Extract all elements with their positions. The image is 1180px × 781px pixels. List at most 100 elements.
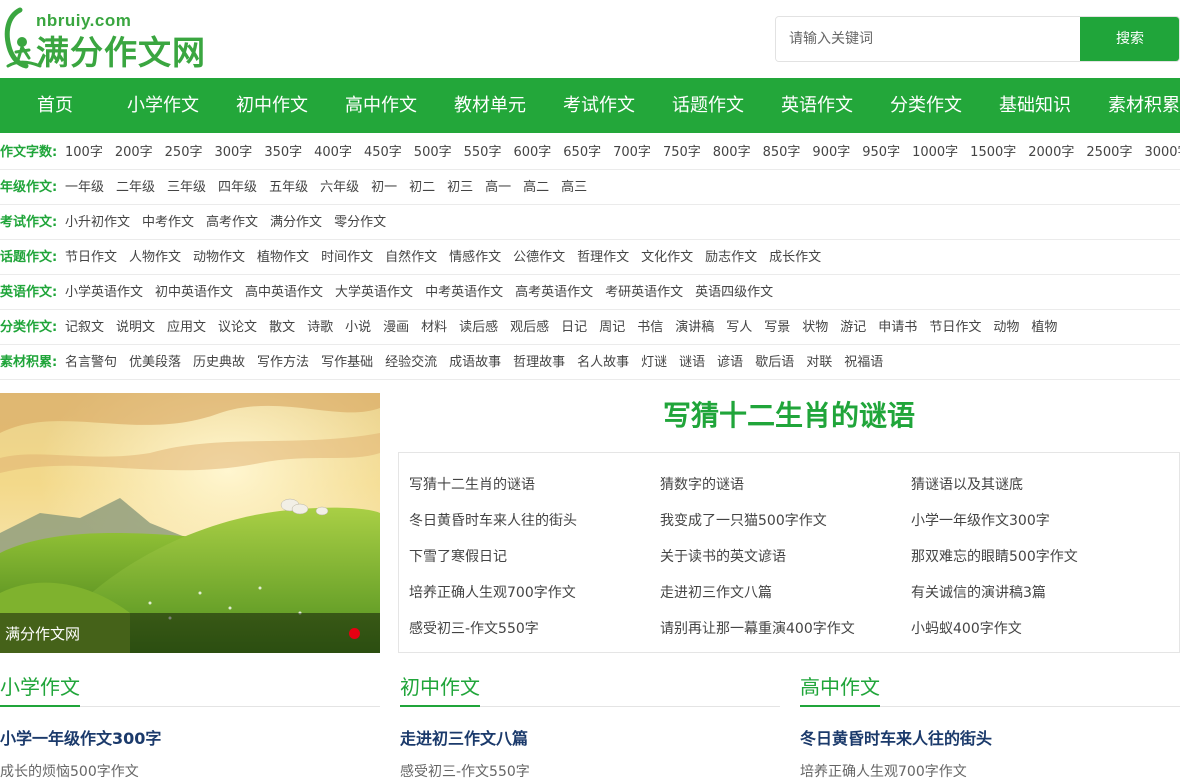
featured-link[interactable]: 培养正确人生观700字作文 (409, 582, 576, 602)
category-link[interactable]: 2000字 (1028, 145, 1074, 160)
slider-dot-indicator[interactable] (349, 628, 360, 639)
section-headline-link[interactable]: 走进初三作文八篇 (400, 725, 528, 749)
category-link[interactable]: 200字 (115, 145, 153, 160)
category-link[interactable]: 高考作文 (206, 215, 258, 230)
category-link[interactable]: 周记 (599, 320, 625, 335)
category-link[interactable]: 450字 (364, 145, 402, 160)
category-link[interactable]: 名人故事 (577, 355, 629, 370)
category-link[interactable]: 高考英语作文 (515, 285, 593, 300)
featured-link[interactable]: 冬日黄昏时车来人往的街头 (409, 510, 577, 530)
category-link[interactable]: 950字 (862, 145, 900, 160)
category-link[interactable]: 高一 (485, 180, 511, 195)
category-link[interactable]: 公德作文 (513, 250, 565, 265)
category-link[interactable]: 书信 (637, 320, 663, 335)
category-link[interactable]: 哲理作文 (577, 250, 629, 265)
category-link[interactable]: 600字 (513, 145, 551, 160)
category-link[interactable]: 写作基础 (321, 355, 373, 370)
category-link[interactable]: 小说 (345, 320, 371, 335)
category-link[interactable]: 应用文 (167, 320, 206, 335)
category-link[interactable]: 三年级 (167, 180, 206, 195)
category-link[interactable]: 时间作文 (321, 250, 373, 265)
category-link[interactable]: 祝福语 (844, 355, 883, 370)
category-link[interactable]: 植物作文 (257, 250, 309, 265)
category-link[interactable]: 观后感 (510, 320, 549, 335)
featured-link[interactable]: 写猜十二生肖的谜语 (409, 474, 535, 494)
category-link[interactable]: 初中英语作文 (155, 285, 233, 300)
category-link[interactable]: 3000字 (1144, 145, 1180, 160)
category-link[interactable]: 演讲稿 (675, 320, 714, 335)
category-link[interactable]: 节日作文 (65, 250, 117, 265)
nav-item-junior-essay[interactable]: 初中作文 (236, 78, 308, 133)
featured-title[interactable]: 写猜十二生肖的谜语 (398, 393, 1180, 439)
category-link[interactable]: 成语故事 (449, 355, 501, 370)
category-link[interactable]: 谜语 (679, 355, 705, 370)
featured-link[interactable]: 有关诚信的演讲稿3篇 (911, 582, 1046, 602)
nav-item-textbook-unit[interactable]: 教材单元 (454, 78, 526, 133)
category-link[interactable]: 节日作文 (929, 320, 981, 335)
category-link[interactable]: 1000字 (912, 145, 958, 160)
category-link[interactable]: 800字 (713, 145, 751, 160)
category-link[interactable]: 写作方法 (257, 355, 309, 370)
nav-item-exam-essay[interactable]: 考试作文 (563, 78, 635, 133)
featured-link[interactable]: 请别再让那一幕重演400字作文 (660, 618, 855, 638)
category-link[interactable]: 优美段落 (129, 355, 181, 370)
category-link[interactable]: 850字 (763, 145, 801, 160)
category-link[interactable]: 材料 (421, 320, 447, 335)
section-headline-link[interactable]: 小学一年级作文300字 (0, 725, 161, 749)
category-link[interactable]: 记叙文 (65, 320, 104, 335)
category-link[interactable]: 灯谜 (641, 355, 667, 370)
category-link[interactable]: 300字 (214, 145, 252, 160)
category-link[interactable]: 小升初作文 (65, 215, 130, 230)
category-link[interactable]: 动物 (993, 320, 1019, 335)
section-link[interactable]: 成长的烦恼500字作文 (0, 761, 139, 781)
category-link[interactable]: 满分作文 (270, 215, 322, 230)
category-link[interactable]: 名言警句 (65, 355, 117, 370)
category-link[interactable]: 情感作文 (449, 250, 501, 265)
category-link[interactable]: 考研英语作文 (605, 285, 683, 300)
category-link[interactable]: 高中英语作文 (245, 285, 323, 300)
section-title[interactable]: 初中作文 (400, 673, 480, 707)
featured-link[interactable]: 小学一年级作文300字 (911, 510, 1050, 530)
section-headline-link[interactable]: 冬日黄昏时车来人往的街头 (800, 725, 992, 749)
category-link[interactable]: 状物 (802, 320, 828, 335)
featured-link[interactable]: 那双难忘的眼睛500字作文 (911, 546, 1078, 566)
category-link[interactable]: 550字 (464, 145, 502, 160)
category-link[interactable]: 经验交流 (385, 355, 437, 370)
category-link[interactable]: 哲理故事 (513, 355, 565, 370)
category-link[interactable]: 写景 (764, 320, 790, 335)
category-link[interactable]: 人物作文 (129, 250, 181, 265)
category-link[interactable]: 500字 (414, 145, 452, 160)
category-link[interactable]: 英语四级作文 (695, 285, 773, 300)
category-link[interactable]: 五年级 (269, 180, 308, 195)
category-link[interactable]: 六年级 (320, 180, 359, 195)
section-link[interactable]: 培养正确人生观700字作文 (800, 761, 967, 781)
nav-item-materials[interactable]: 素材积累 (1108, 78, 1180, 133)
nav-item-senior-essay[interactable]: 高中作文 (345, 78, 417, 133)
category-link[interactable]: 初一 (371, 180, 397, 195)
category-link[interactable]: 350字 (264, 145, 302, 160)
category-link[interactable]: 植物 (1031, 320, 1057, 335)
category-link[interactable]: 游记 (840, 320, 866, 335)
category-link[interactable]: 日记 (561, 320, 587, 335)
category-link[interactable]: 650字 (563, 145, 601, 160)
banner-slider[interactable]: 满分作文网 (0, 393, 380, 653)
category-link[interactable]: 400字 (314, 145, 352, 160)
category-link[interactable]: 励志作文 (705, 250, 757, 265)
category-link[interactable]: 散文 (269, 320, 295, 335)
category-link[interactable]: 250字 (165, 145, 203, 160)
category-link[interactable]: 申请书 (878, 320, 917, 335)
category-link[interactable]: 谚语 (717, 355, 743, 370)
search-button[interactable]: 搜索 (1080, 17, 1179, 61)
nav-item-category-essay[interactable]: 分类作文 (890, 78, 962, 133)
featured-link[interactable]: 小蚂蚁400字作文 (911, 618, 1022, 638)
category-link[interactable]: 900字 (812, 145, 850, 160)
nav-item-primary-essay[interactable]: 小学作文 (127, 78, 199, 133)
nav-item-basic-knowledge[interactable]: 基础知识 (999, 78, 1071, 133)
category-link[interactable]: 小学英语作文 (65, 285, 143, 300)
nav-item-english-essay[interactable]: 英语作文 (781, 78, 853, 133)
category-link[interactable]: 100字 (65, 145, 103, 160)
category-link[interactable]: 文化作文 (641, 250, 693, 265)
category-link[interactable]: 一年级 (65, 180, 104, 195)
featured-link[interactable]: 走进初三作文八篇 (660, 582, 772, 602)
category-link[interactable]: 中考英语作文 (425, 285, 503, 300)
